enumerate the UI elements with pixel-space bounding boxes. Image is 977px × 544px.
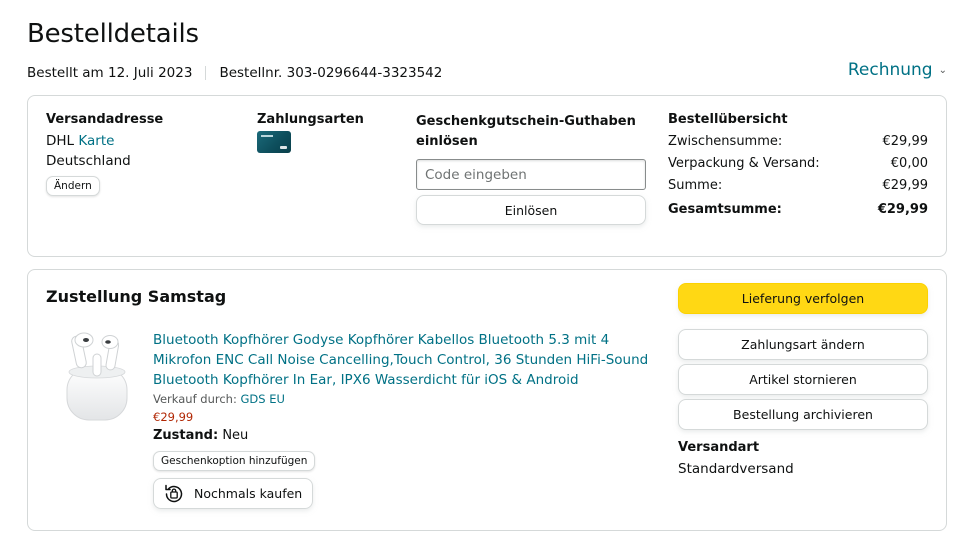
- summary-row-label: Verpackung & Versand:: [668, 156, 820, 171]
- cancel-item-button[interactable]: Artikel stornieren: [678, 364, 928, 395]
- archive-order-button[interactable]: Bestellung archivieren: [678, 399, 928, 430]
- summary-row: Zwischensumme: €29,99: [668, 131, 928, 153]
- change-payment-button[interactable]: Zahlungsart ändern: [678, 329, 928, 360]
- track-delivery-button[interactable]: Lieferung verfolgen: [678, 283, 928, 314]
- order-number: Bestellnr. 303-0296644-3323542: [219, 65, 443, 81]
- summary-row-label: Summe:: [668, 178, 723, 193]
- condition-label: Zustand:: [153, 428, 219, 443]
- page-title: Bestelldetails: [27, 19, 199, 49]
- order-meta: Bestellt am 12. Juli 2023 Bestellnr. 303…: [27, 65, 442, 81]
- product-image[interactable]: [64, 328, 134, 424]
- map-link[interactable]: Karte: [78, 133, 114, 149]
- buy-again-button[interactable]: Nochmals kaufen: [153, 478, 314, 509]
- summary-heading: Bestellübersicht: [668, 112, 788, 127]
- order-actions: Lieferung verfolgen Zahlungsart ändern A…: [678, 283, 928, 477]
- shipping-method-label: Versandart: [678, 440, 760, 455]
- payment-section: Zahlungsarten: [257, 112, 364, 153]
- summary-row-label: Zwischensumme:: [668, 134, 783, 149]
- shipping-address-section: Versandadresse DHL Karte Deutschland Änd…: [46, 112, 163, 196]
- summary-row: Summe: €29,99: [668, 175, 928, 197]
- order-summary-section: Bestellübersicht Zwischensumme: €29,99 V…: [668, 112, 928, 221]
- order-date: Bestellt am 12. Juli 2023: [27, 65, 193, 81]
- chevron-down-icon: ⌄: [938, 64, 947, 76]
- change-address-button[interactable]: Ändern: [46, 176, 100, 196]
- meta-divider: [205, 66, 207, 80]
- credit-card-icon: [257, 131, 291, 153]
- gift-code-input[interactable]: [416, 159, 646, 190]
- invoice-dropdown[interactable]: Rechnung ⌄: [848, 60, 947, 80]
- summary-total-row: Gesamtsumme: €29,99: [668, 199, 928, 221]
- seller-line: Verkauf durch: GDS EU: [153, 392, 658, 406]
- delivery-box: Zustellung Samstag Bluetooth Kopfhörer G…: [27, 269, 947, 531]
- gift-card-section: Geschenkgutschein-Guthaben einlösen Einl…: [416, 112, 648, 225]
- redeem-button[interactable]: Einlösen: [416, 195, 646, 225]
- summary-row-value: €29,99: [882, 134, 929, 149]
- order-info-box: Versandadresse DHL Karte Deutschland Änd…: [27, 95, 947, 257]
- shipping-heading: Versandadresse: [46, 112, 164, 127]
- buy-again-icon: [165, 484, 183, 502]
- delivery-heading: Zustellung Samstag: [46, 287, 227, 306]
- shipping-country: Deutschland: [46, 153, 131, 169]
- product-title-link[interactable]: Bluetooth Kopfhörer Godyse Kopfhörer Kab…: [153, 330, 658, 390]
- summary-total-label: Gesamtsumme:: [668, 202, 782, 217]
- seller-prefix: Verkauf durch:: [153, 392, 237, 406]
- condition-value: Neu: [222, 428, 249, 443]
- summary-row-value: €29,99: [882, 178, 929, 193]
- product-price: €29,99: [153, 410, 194, 424]
- summary-total-value: €29,99: [877, 202, 928, 217]
- product-info: Bluetooth Kopfhörer Godyse Kopfhörer Kab…: [153, 330, 658, 510]
- add-gift-option-button[interactable]: Geschenkoption hinzufügen: [153, 451, 316, 471]
- shipping-carrier: DHL: [46, 133, 75, 149]
- gift-heading: Geschenkgutschein-Guthaben einlösen: [416, 114, 636, 149]
- seller-link[interactable]: GDS EU: [240, 392, 284, 406]
- invoice-label: Rechnung: [847, 60, 933, 80]
- shipping-carrier-line: DHL Karte: [46, 131, 163, 151]
- summary-row: Verpackung & Versand: €0,00: [668, 153, 928, 175]
- shipping-method-value: Standardversand: [678, 461, 794, 477]
- payment-heading: Zahlungsarten: [257, 112, 364, 127]
- buy-again-label: Nochmals kaufen: [194, 486, 303, 501]
- summary-row-value: €0,00: [890, 156, 928, 171]
- condition-line: Zustand: Neu: [153, 428, 658, 443]
